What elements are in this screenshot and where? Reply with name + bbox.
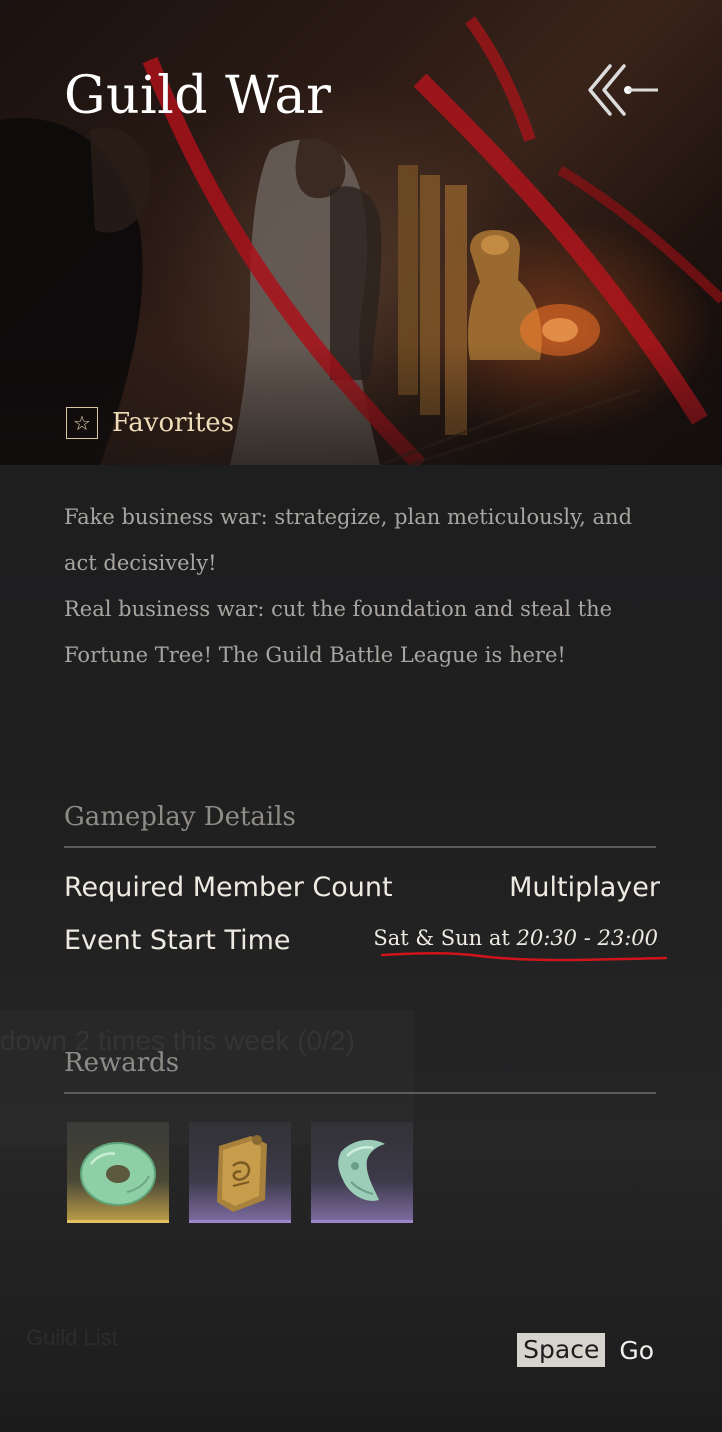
- member-count-value: Multiplayer: [509, 872, 660, 903]
- go-action-hint[interactable]: Space Go: [517, 1333, 654, 1367]
- jade-pendant-icon: [338, 1139, 385, 1201]
- start-time-label: Event Start Time: [64, 925, 291, 956]
- reward-item-jade-disc[interactable]: [67, 1122, 169, 1223]
- start-time-days: Sat & Sun at: [373, 926, 510, 950]
- back-button[interactable]: [584, 62, 660, 118]
- star-icon: ☆: [66, 407, 98, 439]
- rewards-list: [67, 1122, 413, 1223]
- event-detail-panel: down 2 times this week (0/2) Guild List: [0, 0, 722, 1432]
- go-label: Go: [619, 1335, 654, 1365]
- jade-disc-icon: [80, 1142, 156, 1206]
- space-key-cap: Space: [517, 1333, 606, 1367]
- start-time-value: Sat & Sun at 20:30 - 23:00: [373, 926, 658, 950]
- reward-item-golden-token[interactable]: [189, 1122, 291, 1223]
- favorites-label: Favorites: [112, 408, 235, 438]
- description-line: Fake business war: strategize, plan meti…: [64, 505, 633, 575]
- start-time-hours: 20:30 - 23:00: [516, 926, 658, 950]
- section-divider: [64, 1092, 656, 1094]
- rewards-heading: Rewards: [64, 1048, 180, 1078]
- favorites-toggle[interactable]: ☆ Favorites: [66, 406, 234, 440]
- red-underline-annotation: [380, 952, 668, 962]
- double-chevron-left-icon: [588, 64, 658, 116]
- gameplay-details-heading: Gameplay Details: [64, 802, 296, 832]
- event-description: Fake business war: strategize, plan meti…: [64, 494, 664, 678]
- reward-item-jade-pendant[interactable]: [311, 1122, 413, 1223]
- golden-token-icon: [217, 1135, 267, 1212]
- description-line: Real business war: cut the foundation an…: [64, 597, 613, 667]
- hero-fade-overlay: [0, 345, 722, 465]
- event-title: Guild War: [64, 66, 332, 126]
- background-ghost-text: Guild List: [26, 1325, 118, 1350]
- section-divider: [64, 846, 656, 848]
- member-count-label: Required Member Count: [64, 872, 393, 903]
